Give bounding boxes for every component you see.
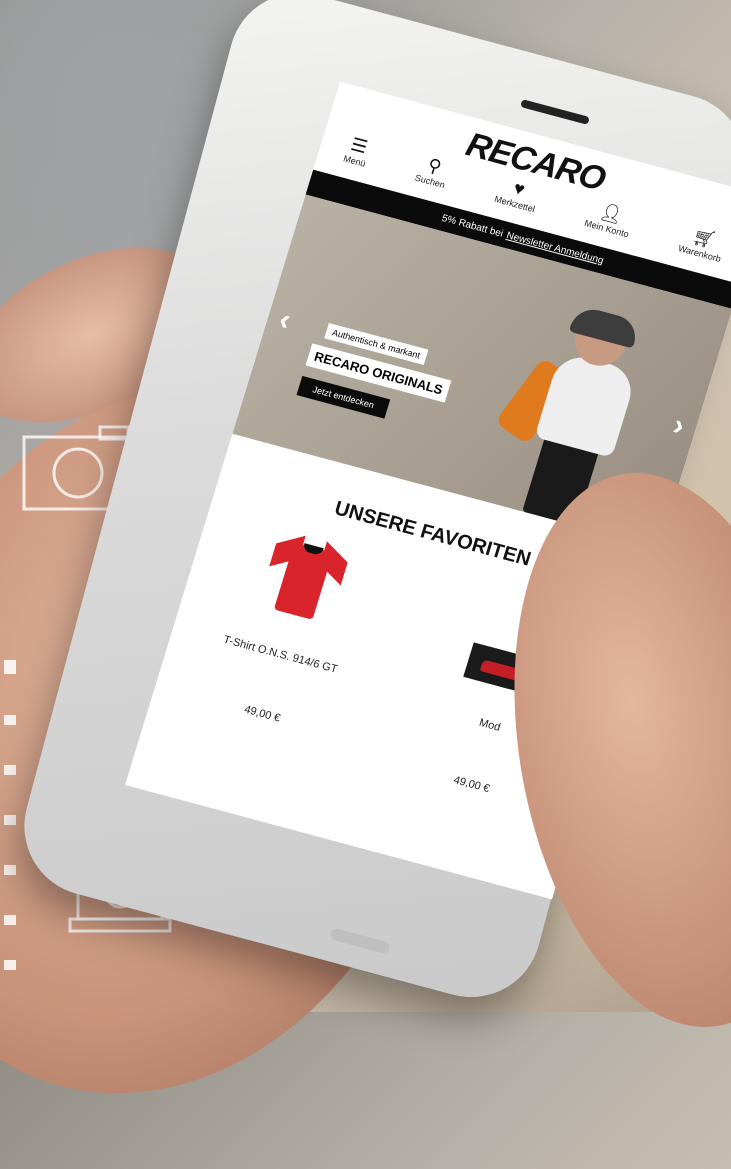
product-price: 49,00 € — [242, 703, 282, 725]
heart-icon: ♥ — [511, 177, 528, 200]
dashed-ruler-decoration — [4, 660, 16, 970]
nav-search[interactable]: ⚲ Suchen — [414, 153, 452, 190]
search-icon: ⚲ — [425, 154, 444, 178]
product-card[interactable]: T-Shirt O.N.S. 914/6 GT 49,00 € — [169, 515, 403, 757]
product-name: T-Shirt O.N.S. 914/6 GT — [221, 633, 339, 676]
nav-label: Suchen — [413, 172, 447, 191]
menu-icon: ☰ — [348, 134, 370, 158]
chevron-left-icon[interactable]: ‹ — [275, 303, 294, 338]
nav-cart[interactable]: 🛒︎ Warenkorb — [677, 224, 728, 264]
chevron-right-icon[interactable]: › — [669, 409, 688, 444]
tshirt-image — [259, 529, 350, 624]
nav-menu[interactable]: ☰ Menü — [342, 134, 373, 169]
nav-account[interactable]: 👤︎ Mein Konto — [583, 199, 636, 240]
